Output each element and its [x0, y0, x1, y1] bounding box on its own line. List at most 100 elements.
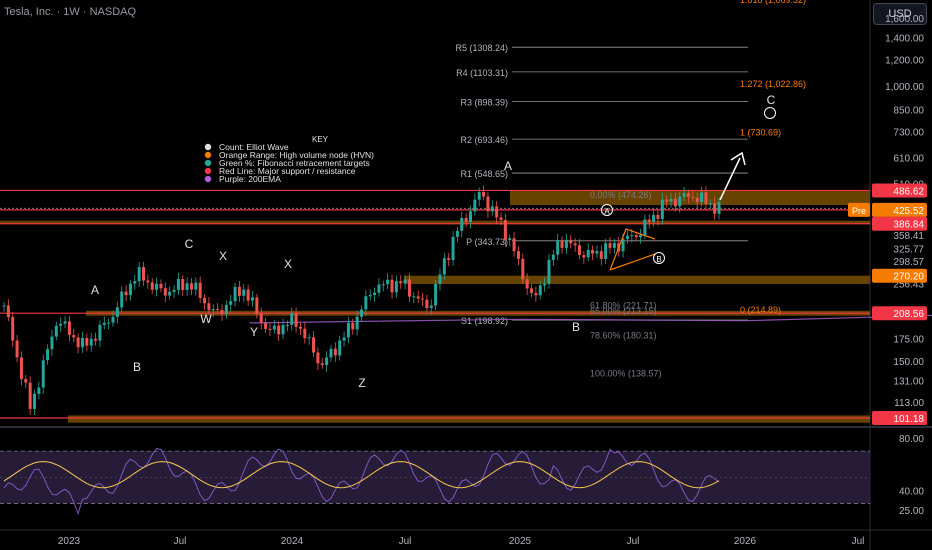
- candle-body: [586, 249, 590, 258]
- candle-body: [320, 363, 324, 366]
- candle-body: [460, 217, 464, 231]
- candle-body: [556, 240, 560, 255]
- price-chart[interactable]: Tesla, Inc. · 1W · NASDAQ R5 (1308.24) R4…: [0, 0, 932, 550]
- candle-body: [11, 317, 15, 341]
- candle-body: [573, 243, 577, 246]
- candle-body: [429, 305, 433, 309]
- wave-marker-circle: [764, 107, 776, 119]
- candle-body: [325, 357, 329, 366]
- time-axis-tick: 2024: [281, 536, 304, 547]
- candle-body: [621, 239, 625, 252]
- candle-body: [142, 267, 146, 281]
- candle-body: [146, 280, 150, 283]
- candle-body: [577, 245, 581, 256]
- candle-body: [303, 328, 307, 339]
- candle-body: [386, 279, 390, 285]
- candle-body: [163, 288, 167, 296]
- candle-body: [368, 294, 372, 297]
- candle-body: [207, 303, 211, 311]
- candle-body: [599, 251, 603, 259]
- candle-body: [281, 325, 285, 335]
- fib-retracement-label: 100.00% (138.57): [590, 368, 662, 378]
- candle-body: [72, 335, 76, 338]
- elliott-wave-label: B: [133, 360, 141, 374]
- elliott-wave-label: B: [572, 320, 580, 334]
- candle-body: [482, 192, 486, 197]
- candle-body: [630, 235, 634, 237]
- candle-body: [115, 307, 119, 317]
- pivot-label: R4 (1103.31): [456, 68, 508, 78]
- candle-body: [360, 309, 363, 317]
- key-title: KEY: [312, 135, 329, 144]
- candle-body: [612, 243, 616, 248]
- candle-body: [543, 283, 547, 286]
- candle-body: [150, 282, 154, 290]
- candle-body: [211, 308, 215, 311]
- time-axis-tick: Jul: [174, 536, 187, 547]
- candle-body: [660, 199, 664, 220]
- candle-body: [390, 279, 394, 293]
- candle-body: [534, 292, 538, 296]
- candle-body: [695, 197, 699, 203]
- candle-body: [595, 251, 599, 254]
- price-axis-tick: 730.00: [893, 128, 924, 139]
- candle-body: [442, 258, 446, 275]
- candle-body: [364, 296, 368, 310]
- candle-body: [508, 238, 512, 241]
- candle-body: [285, 324, 289, 326]
- candle-body: [2, 305, 6, 307]
- price-axis-tick: 358.41: [893, 231, 924, 242]
- hvn-zone: [68, 415, 870, 423]
- candle-body: [551, 254, 555, 260]
- elliott-wave-label: Y: [250, 325, 258, 339]
- candle-body: [373, 292, 377, 295]
- candle-body: [669, 198, 673, 202]
- candle-body: [28, 382, 32, 409]
- candle-body: [639, 235, 643, 238]
- candle-body: [272, 325, 276, 330]
- hvn-zone: [404, 275, 870, 285]
- candle-body: [708, 203, 712, 205]
- fib-retracement-label: 78.60% (180.31): [590, 330, 657, 340]
- candle-body: [381, 284, 385, 286]
- candle-body: [67, 321, 71, 336]
- candle-body: [137, 267, 141, 282]
- candle-body: [447, 258, 451, 260]
- candle-body: [665, 199, 669, 202]
- candle-body: [159, 283, 163, 289]
- candle-body: [713, 203, 717, 214]
- price-badge-text: 208.56: [893, 309, 924, 320]
- price-badge-text: 270.20: [893, 272, 924, 283]
- candle-body: [41, 360, 45, 388]
- candle-body: [268, 328, 272, 330]
- candle-body: [251, 297, 255, 301]
- candle-body: [530, 288, 534, 293]
- candle-body: [46, 349, 50, 361]
- candle-body: [704, 192, 708, 204]
- candle-body: [33, 393, 37, 409]
- candle-body: [717, 201, 721, 214]
- candle-body: [525, 279, 529, 289]
- candle-body: [351, 322, 355, 330]
- elliott-wave-label: C: [767, 93, 776, 107]
- time-axis-tick: Jul: [399, 536, 412, 547]
- candle-body: [438, 274, 442, 284]
- candle-body: [455, 230, 459, 237]
- price-axis-tick: 1,000.00: [885, 82, 924, 93]
- price-axis-tick: 113.00: [894, 398, 924, 409]
- pivot-label: S1 (198.92): [461, 316, 508, 326]
- candle-body: [652, 214, 656, 222]
- price-badge-text: 101.18: [893, 414, 924, 425]
- candle-body: [634, 235, 638, 238]
- pivot-label: R1 (548.65): [460, 169, 508, 179]
- candle-body: [399, 281, 403, 284]
- candle-body: [133, 281, 137, 284]
- candle-body: [15, 340, 19, 358]
- candle-body: [290, 313, 294, 325]
- candle-body: [216, 308, 220, 310]
- candle-body: [499, 217, 503, 220]
- chart-title: Tesla, Inc. · 1W · NASDAQ: [4, 6, 136, 18]
- candle-body: [403, 279, 407, 284]
- fib-extension-label: 0 (214.89): [740, 305, 781, 315]
- candle-body: [255, 297, 259, 314]
